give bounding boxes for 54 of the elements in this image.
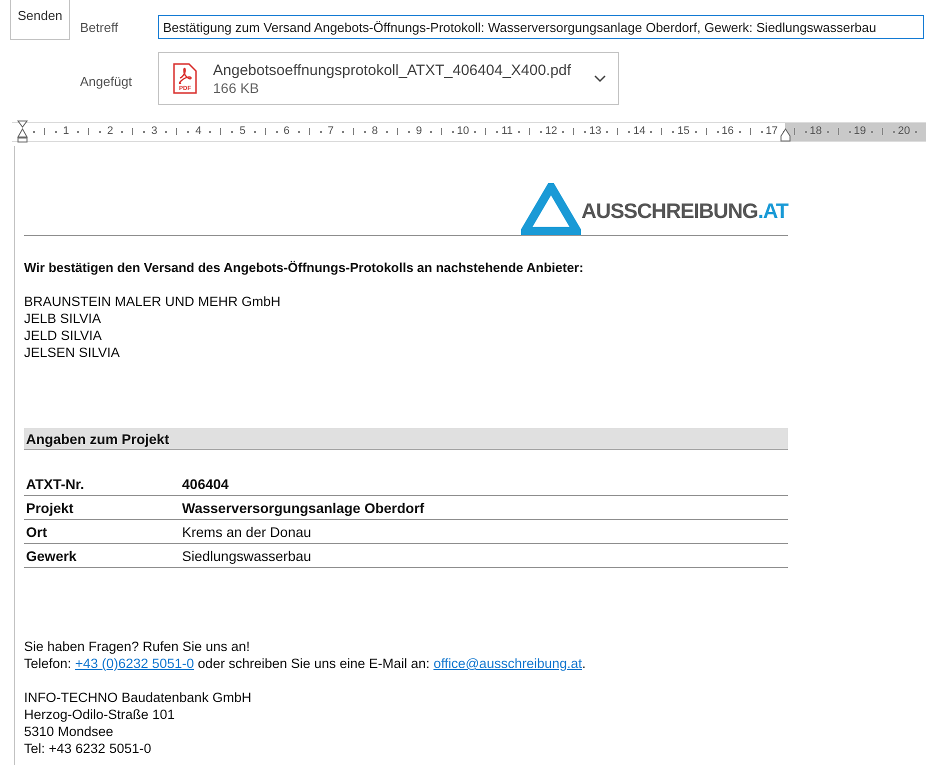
email-link[interactable]: office@ausschreibung.at bbox=[433, 656, 582, 671]
ruler-number: 8 bbox=[370, 125, 379, 137]
ruler-number: 9 bbox=[414, 125, 423, 137]
bidder-name: JELB SILVIA bbox=[24, 310, 102, 327]
detail-label: Gewerk bbox=[25, 548, 78, 564]
detail-value: 406404 bbox=[182, 476, 229, 492]
ruler-number: 7 bbox=[326, 125, 335, 137]
ruler-number: 5 bbox=[238, 125, 247, 137]
ruler-number: 3 bbox=[150, 125, 158, 137]
send-button[interactable]: Senden bbox=[10, 0, 70, 40]
ruler-number: 15 bbox=[676, 125, 691, 137]
chevron-down-icon[interactable] bbox=[594, 74, 606, 82]
ruler-number: 19 bbox=[852, 125, 868, 137]
ruler-number: 20 bbox=[896, 125, 912, 137]
logo-text: AUSSCHREIBUNG.AT bbox=[581, 200, 788, 224]
ruler-number: 11 bbox=[500, 125, 514, 137]
detail-label: Projekt bbox=[25, 500, 74, 516]
bidder-name: BRAUNSTEIN MALER UND MEHR GmbH bbox=[24, 293, 282, 310]
detail-value: Siedlungswasserbau bbox=[182, 548, 312, 564]
file-name: Angebotsoeffnungsprotokoll_ATXT_406404_X400.pdf bbox=[213, 62, 572, 78]
section-header: Angaben zum Projekt bbox=[24, 428, 788, 450]
ruler-number: 12 bbox=[544, 125, 558, 137]
address-line: Tel: +43 6232 5051-0 bbox=[24, 740, 152, 757]
ruler-number: 10 bbox=[456, 125, 470, 137]
triangle-logo-icon bbox=[521, 183, 582, 235]
ruler-number: 14 bbox=[632, 125, 647, 137]
detail-label: ATXT-Nr. bbox=[25, 476, 86, 492]
detail-value: Krems an der Donau bbox=[182, 524, 312, 540]
phone-label: Telefon: bbox=[24, 656, 72, 671]
question-text: Sie haben Fragen? Rufen Sie uns an! bbox=[24, 638, 251, 655]
contact-text: oder schreiben Sie uns eine E-Mail an: bbox=[198, 656, 430, 671]
ruler-number: 2 bbox=[106, 125, 114, 137]
subject-label: Betreff bbox=[80, 20, 120, 35]
ruler-number: 13 bbox=[588, 125, 602, 137]
subject-field[interactable]: Bestätigung zum Versand Angebots-Öffnungs-Protokoll: Wasserversorgungsanlage Oberdorf, Gewerk: Siedlungswasserbau bbox=[158, 15, 924, 39]
intro-text: Wir bestätigen den Versand des Angebots-Öffnungs-Protokolls an nachstehende Anbieter: bbox=[24, 260, 584, 275]
ruler-number: 16 bbox=[720, 125, 735, 137]
phone-link[interactable]: +43 (0)6232 5051-0 bbox=[75, 656, 194, 671]
period-text: . bbox=[582, 656, 586, 671]
ruler-number: 6 bbox=[282, 125, 291, 137]
ruler-number: 1 bbox=[62, 125, 70, 137]
ruler-number: 18 bbox=[808, 125, 823, 137]
detail-label: Ort bbox=[25, 524, 48, 540]
bidder-name: JELD SILVIA bbox=[24, 327, 103, 344]
detail-value: Wasserversorgungsanlage Oberdorf bbox=[182, 500, 424, 516]
indent-marker-icon[interactable] bbox=[17, 120, 28, 143]
bidder-name: JELSEN SILVIA bbox=[24, 344, 121, 361]
ruler-number: 4 bbox=[194, 125, 202, 137]
address-line: INFO-TECHNO Baudatenbank GmbH bbox=[24, 689, 252, 706]
address-line: Herzog-Odilo-Straße 101 bbox=[24, 706, 176, 723]
attachment-label: Angefügt bbox=[80, 74, 134, 89]
file-size: 166 KB bbox=[213, 80, 260, 96]
address-line: 5310 Mondsee bbox=[24, 723, 114, 740]
ruler-number: 17 bbox=[764, 125, 779, 137]
